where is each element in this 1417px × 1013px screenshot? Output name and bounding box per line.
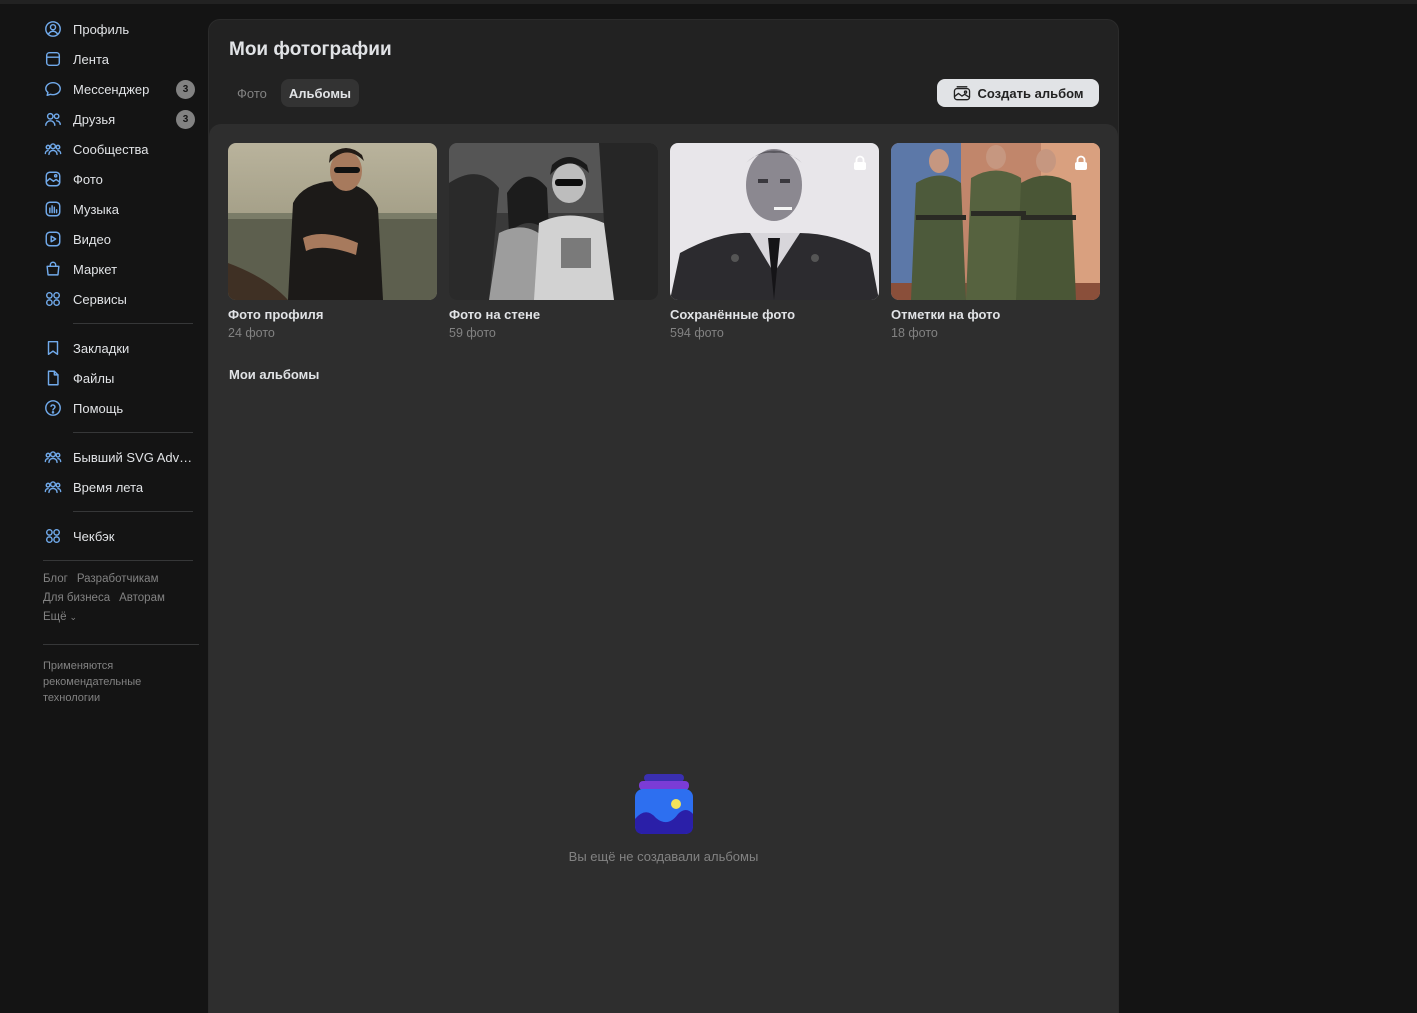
empty-albums-icon <box>634 774 694 836</box>
sidebar-item-friends[interactable]: Друзья 3 <box>36 104 202 134</box>
footer-link-blog[interactable]: Блог <box>43 573 68 585</box>
news-icon <box>44 50 62 68</box>
photos-panel: Мои фотографии Фото Альбомы Создать альб… <box>208 19 1119 1013</box>
my-albums-title: Мои альбомы <box>229 367 320 382</box>
sidebar-item-news[interactable]: Лента <box>36 44 202 74</box>
footer-note: Применяются рекомендательные технологии <box>43 660 142 704</box>
sidebar-item-label: Видео <box>73 231 111 247</box>
create-album-button[interactable]: Создать альбом <box>937 79 1099 107</box>
sidebar-item-label: Мессенджер <box>73 81 150 97</box>
footer-links: Блог Разработчикам Для бизнеса Авторам Ещё… <box>36 570 202 627</box>
friends-badge: 3 <box>176 110 195 129</box>
sidebar-item-services[interactable]: Сервисы <box>36 284 202 314</box>
album-cover <box>228 143 437 300</box>
divider <box>73 323 193 324</box>
sidebar-item-label: Помощь <box>73 400 124 416</box>
tab-photos[interactable]: Фото <box>229 79 275 107</box>
album-cover <box>891 143 1100 300</box>
services-icon <box>44 290 62 308</box>
album-card-wall[interactable]: Фото на стене 59 фото <box>449 143 658 340</box>
album-count: 18 фото <box>891 326 938 340</box>
lock-icon <box>853 155 867 171</box>
footer-link-more: Ещё <box>43 611 67 623</box>
sidebar-item-label: Бывший SVG Adventures <box>73 449 195 465</box>
sidebar-item-group-svg[interactable]: Бывший SVG Adventures <box>36 442 202 472</box>
sidebar-item-label: Закладки <box>73 340 130 356</box>
album-cover <box>670 143 879 300</box>
album-cover <box>449 143 658 300</box>
album-name: Фото на стене <box>449 307 541 322</box>
sidebar-item-label: Друзья <box>73 111 116 127</box>
group-icon <box>44 448 62 466</box>
communities-icon <box>44 140 62 158</box>
file-icon <box>44 369 62 387</box>
sidebar: Профиль Лента Мессенджер 3 Друзья 3 Сооб… <box>36 14 202 706</box>
market-icon <box>44 260 62 278</box>
sidebar-item-label: Время лета <box>73 479 144 495</box>
album-card-profile[interactable]: Фото профиля 24 фото <box>228 143 437 340</box>
sidebar-item-checkback[interactable]: Чекбэк <box>36 521 202 551</box>
sidebar-item-messenger[interactable]: Мессенджер 3 <box>36 74 202 104</box>
tabs: Фото Альбомы <box>229 79 365 107</box>
sidebar-item-photo[interactable]: Фото <box>36 164 202 194</box>
album-count: 24 фото <box>228 326 275 340</box>
help-icon <box>44 399 62 417</box>
footer-link-business[interactable]: Для бизнеса <box>43 592 110 604</box>
sidebar-item-profile[interactable]: Профиль <box>36 14 202 44</box>
friends-icon <box>44 110 62 128</box>
sidebar-item-label: Профиль <box>73 21 130 37</box>
unread-badge: 3 <box>176 80 195 99</box>
albums-section: Фото профиля 24 фото Фото на стене 59 фо… <box>209 124 1118 1013</box>
divider <box>43 560 193 561</box>
group-icon <box>44 478 62 496</box>
create-album-label: Создать альбом <box>977 85 1084 101</box>
tab-albums[interactable]: Альбомы <box>280 79 360 107</box>
sidebar-item-help[interactable]: Помощь <box>36 393 202 423</box>
empty-state-text: Вы ещё не создавали альбомы <box>568 849 759 864</box>
sidebar-item-communities[interactable]: Сообщества <box>36 134 202 164</box>
footer-link-authors[interactable]: Авторам <box>119 592 165 604</box>
message-icon <box>44 80 62 98</box>
divider <box>43 644 199 645</box>
footer-link-developers[interactable]: Разработчикам <box>77 573 159 585</box>
apps-icon <box>44 527 62 545</box>
album-card-tagged[interactable]: Отметки на фото 18 фото <box>891 143 1100 340</box>
sidebar-item-label: Маркет <box>73 261 118 277</box>
video-icon <box>44 230 62 248</box>
sidebar-item-video[interactable]: Видео <box>36 224 202 254</box>
album-card-saved[interactable]: Сохранённые фото 594 фото <box>670 143 879 340</box>
sidebar-item-files[interactable]: Файлы <box>36 363 202 393</box>
photo-icon <box>44 170 62 188</box>
sidebar-item-music[interactable]: Музыка <box>36 194 202 224</box>
sidebar-item-group-summer[interactable]: Время лета <box>36 472 202 502</box>
profile-icon <box>44 20 62 38</box>
album-count: 59 фото <box>449 326 496 340</box>
sidebar-item-label: Сервисы <box>73 291 127 307</box>
sidebar-item-label: Лента <box>73 51 109 67</box>
sidebar-item-bookmarks[interactable]: Закладки <box>36 333 202 363</box>
album-list: Фото профиля 24 фото Фото на стене 59 фо… <box>228 143 1100 340</box>
sidebar-item-label: Чекбэк <box>73 528 115 544</box>
music-icon <box>44 200 62 218</box>
top-border <box>0 0 1417 4</box>
sidebar-item-label: Файлы <box>73 370 115 386</box>
footer-more-button[interactable]: Ещё ⌄ <box>43 608 202 627</box>
album-name: Сохранённые фото <box>670 307 796 322</box>
album-name: Фото профиля <box>228 307 324 322</box>
lock-icon <box>1074 155 1088 171</box>
divider <box>73 511 193 512</box>
album-name: Отметки на фото <box>891 307 1001 322</box>
chevron-down-icon: ⌄ <box>69 612 78 622</box>
empty-state: Вы ещё не создавали альбомы <box>209 774 1118 864</box>
sidebar-item-label: Фото <box>73 171 103 187</box>
album-add-icon <box>953 86 970 101</box>
bookmark-icon <box>44 339 62 357</box>
sidebar-item-market[interactable]: Маркет <box>36 254 202 284</box>
sidebar-item-label: Музыка <box>73 201 119 217</box>
page-title: Мои фотографии <box>229 39 392 60</box>
sidebar-item-label: Сообщества <box>73 141 149 157</box>
divider <box>73 432 193 433</box>
album-count: 594 фото <box>670 326 724 340</box>
